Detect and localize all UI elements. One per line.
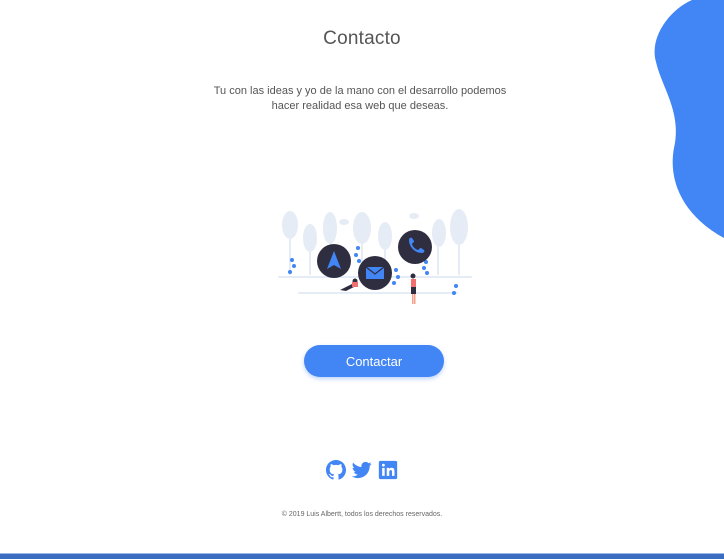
linkedin-icon[interactable] — [378, 460, 398, 480]
github-icon[interactable] — [326, 460, 346, 480]
description-line: hacer realidad esa web que deseas. — [271, 100, 449, 112]
contact-page: Contacto Tu con las ideas y yo de la man… — [0, 0, 724, 559]
contact-illustration — [278, 209, 472, 304]
contact-description: Tu con las ideas y yo de la mano con el … — [200, 84, 520, 114]
description-line: Tu con las ideas y yo de la mano con el … — [213, 85, 507, 97]
twitter-icon[interactable] — [351, 460, 372, 480]
footer-copyright: © 2019 Luis Albertt, todos los derechos … — [281, 511, 443, 518]
contact-button[interactable]: Contactar — [304, 345, 444, 377]
bottom-bar — [0, 554, 724, 559]
social-links — [0, 460, 724, 480]
page-title: Contacto — [323, 28, 401, 49]
